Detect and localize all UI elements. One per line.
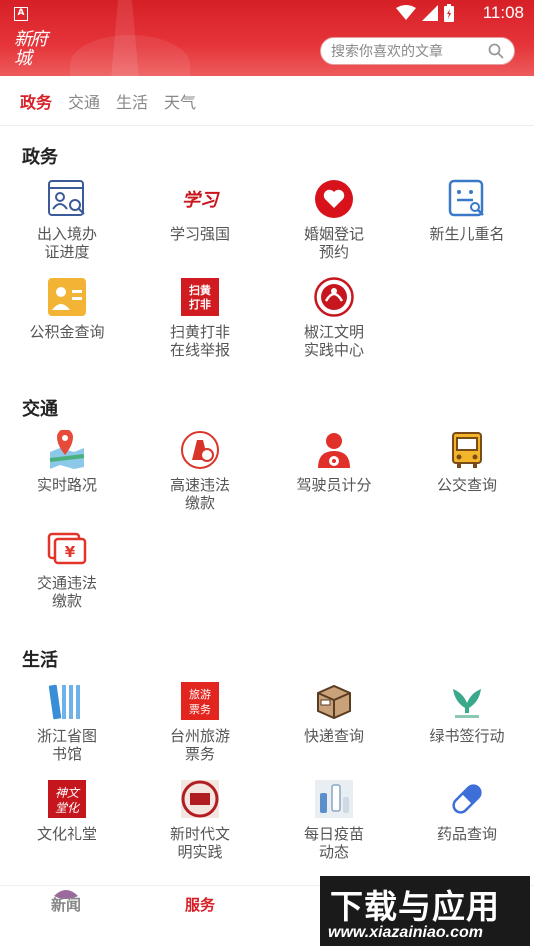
service-label: 浙江省图 书馆 (36, 727, 97, 763)
fund-card-icon (48, 278, 86, 316)
new-era-icon (181, 780, 219, 818)
service-label: 台州旅游 票务 (169, 727, 230, 763)
section-title-gov: 政务 (22, 147, 58, 168)
pill-icon (452, 784, 482, 814)
service-road-condition[interactable]: 实时路况 (0, 430, 134, 494)
watermark-overlay: 下载与应用 www.xiazainiao.com (320, 876, 530, 946)
service-label: 实时路况 (36, 476, 97, 494)
search-placeholder: 搜索你喜欢的文章 (331, 44, 443, 60)
service-label: 每日疫苗 动态 (303, 825, 364, 861)
tab-weather[interactable]: 天气 (164, 89, 196, 113)
service-housing-fund[interactable]: 公积金查询 (0, 277, 134, 341)
status-time: 11:08 (482, 3, 524, 22)
id-card-search-icon (48, 180, 85, 216)
driver-icon (318, 433, 350, 468)
service-label: 药品查询 (436, 825, 497, 843)
service-library[interactable]: 浙江省图 书馆 (0, 681, 134, 763)
service-express[interactable]: 快递查询 (267, 681, 401, 745)
service-label: 快递查询 (303, 727, 364, 745)
service-vaccine[interactable]: 每日疫苗 动态 (267, 779, 401, 861)
service-label: 高速违法 缴款 (169, 476, 230, 512)
svg-text:旅游: 旅游 (189, 687, 211, 701)
service-label: 新时代文 明实践 (169, 825, 230, 861)
heart-icon (315, 180, 353, 218)
vaccine-icon (315, 780, 353, 818)
app-logo: 新府城 (14, 29, 48, 69)
app-header: A 11:08 新府城 搜索你喜欢的文章 (0, 0, 534, 76)
service-green-bookmark[interactable]: 绿书签行动 (400, 681, 534, 745)
yuan-payment-icon: ¥ (47, 532, 87, 565)
notification-app-icon: A (14, 7, 28, 21)
service-new-era[interactable]: 新时代文 明实践 (133, 779, 267, 861)
svg-text:打非: 打非 (189, 297, 211, 311)
service-label: 新生儿重名 (429, 225, 505, 243)
service-highway-fine[interactable]: 高速违法 缴款 (133, 430, 267, 512)
section-title-life: 生活 (22, 650, 58, 671)
travel-ticket-icon: 旅游 票务 (181, 682, 219, 720)
document-search-icon (448, 179, 484, 217)
xuexi-logo-icon: 学习 (182, 190, 220, 211)
svg-text:学习: 学习 (182, 190, 220, 211)
search-bar[interactable]: 搜索你喜欢的文章 (320, 37, 515, 65)
service-label: 绿书签行动 (429, 727, 505, 745)
culture-hall-icon: 神文 堂化 (48, 780, 86, 818)
service-label: 扫黄打非 在线举报 (169, 323, 230, 359)
battery-icon (444, 4, 454, 22)
service-medicine[interactable]: 药品查询 (400, 779, 534, 843)
service-label: 公交查询 (436, 476, 497, 494)
service-civilization-center[interactable]: 椒江文明 实践中心 (267, 277, 401, 359)
watermark-title: 下载与应用 (330, 887, 500, 926)
civilization-emblem-icon (314, 277, 354, 317)
service-travel-tickets[interactable]: 旅游 票务 台州旅游 票务 (133, 681, 267, 763)
service-bus-query[interactable]: 公交查询 (400, 430, 534, 494)
nav-service-label: 服务 (184, 896, 215, 914)
svg-text:堂化: 堂化 (55, 801, 81, 815)
nav-news-label: 新闻 (50, 896, 81, 914)
bus-icon (452, 432, 482, 468)
nav-service[interactable]: 服务 (160, 894, 240, 915)
tab-traffic[interactable]: 交通 (68, 89, 100, 113)
map-pin-icon (49, 430, 85, 469)
service-newborn-name[interactable]: 新生儿重名 (400, 179, 534, 243)
watermark-url: www.xiazainiao.com (328, 924, 484, 941)
service-traffic-fine[interactable]: ¥ 交通违法 缴款 (0, 528, 134, 610)
service-exit-entry[interactable]: 出入境办 证进度 (0, 179, 134, 261)
package-icon (317, 684, 351, 720)
status-icons (396, 4, 454, 22)
service-marriage[interactable]: 婚姻登记 预约 (267, 179, 401, 261)
tab-life[interactable]: 生活 (116, 89, 148, 113)
header-background-shape (70, 35, 190, 76)
status-bar: A 11:08 (0, 0, 534, 28)
service-label: 交通违法 缴款 (36, 574, 97, 610)
service-label: 椒江文明 实践中心 (303, 323, 364, 359)
green-bookmark-icon (453, 689, 481, 718)
service-label: 文化礼堂 (36, 825, 97, 843)
section-title-traffic: 交通 (22, 399, 58, 420)
service-label: 出入境办 证进度 (36, 225, 97, 261)
service-driver-points[interactable]: 驾驶员计分 (267, 430, 401, 494)
service-label: 婚姻登记 预约 (303, 225, 364, 261)
service-label: 学习强国 (169, 225, 230, 243)
service-anti-porn-report[interactable]: 扫黄 打非 扫黄打非 在线举报 (133, 277, 267, 359)
signal-icon (422, 5, 438, 21)
svg-text:神文: 神文 (55, 786, 81, 800)
books-icon (48, 684, 80, 720)
category-tabs: 政务 交通 生活 天气 (0, 76, 534, 126)
service-xuexi[interactable]: 学习 学习强国 (133, 179, 267, 243)
tab-gov[interactable]: 政务 (20, 89, 52, 113)
service-label: 公积金查询 (29, 323, 105, 341)
highway-fine-icon (181, 431, 219, 469)
svg-text:票务: 票务 (189, 703, 211, 716)
search-icon[interactable] (488, 43, 504, 59)
service-label: 驾驶员计分 (296, 476, 372, 494)
svg-text:¥: ¥ (65, 543, 76, 561)
svg-text:扫黄: 扫黄 (189, 283, 211, 297)
nav-news[interactable]: 新闻 (26, 890, 106, 915)
service-culture-hall[interactable]: 神文 堂化 文化礼堂 (0, 779, 134, 843)
wifi-icon (396, 5, 416, 20)
report-icon: 扫黄 打非 (181, 278, 219, 316)
